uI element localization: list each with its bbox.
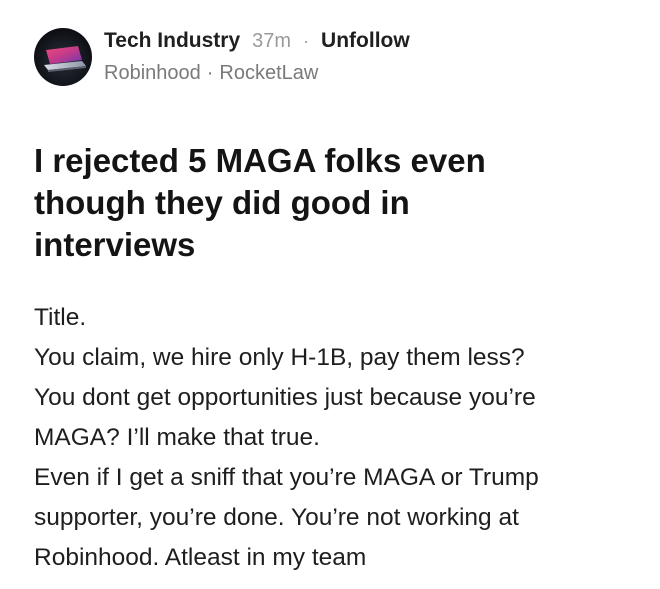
post-title[interactable]: I rejected 5 MAGA folks even though they… (34, 140, 594, 266)
post-body-line: supporter, you’re done. You’re not worki… (34, 504, 519, 531)
post-title-line: though they did good in (34, 184, 410, 221)
post-body-line: Even if I get a sniff that you’re MAGA o… (34, 464, 539, 491)
post-body-line: Title. (34, 304, 87, 331)
tag-robinhood[interactable]: Robinhood (104, 60, 201, 86)
tag-separator: · (206, 62, 214, 84)
meta-separator: · (303, 31, 310, 51)
post-header: Tech Industry 37m · Unfollow Robinhood ·… (34, 28, 410, 86)
post-tags: Robinhood · RocketLaw (104, 60, 410, 86)
post-timestamp: 37m (252, 30, 292, 52)
post-title-line: I rejected 5 MAGA folks even (34, 142, 486, 179)
unfollow-button[interactable]: Unfollow (321, 28, 410, 54)
post-body-line: You claim, we hire only H-1B, pay them l… (34, 344, 525, 371)
post-meta-primary: Tech Industry 37m · Unfollow (104, 28, 410, 54)
post-body-line: MAGA? I’ll make that true. (34, 424, 320, 451)
post-body: Title. You claim, we hire only H-1B, pay… (34, 298, 634, 578)
tag-rocketlaw[interactable]: RocketLaw (219, 60, 318, 86)
post-body-line: Robinhood. Atleast in my team (34, 544, 367, 571)
laptop-icon (44, 46, 86, 72)
community-avatar[interactable] (34, 28, 92, 86)
post-meta: Tech Industry 37m · Unfollow Robinhood ·… (104, 28, 410, 86)
post-body-line: You dont get opportunities just because … (34, 384, 536, 411)
post-title-line: interviews (34, 226, 196, 263)
community-name[interactable]: Tech Industry (104, 28, 240, 54)
